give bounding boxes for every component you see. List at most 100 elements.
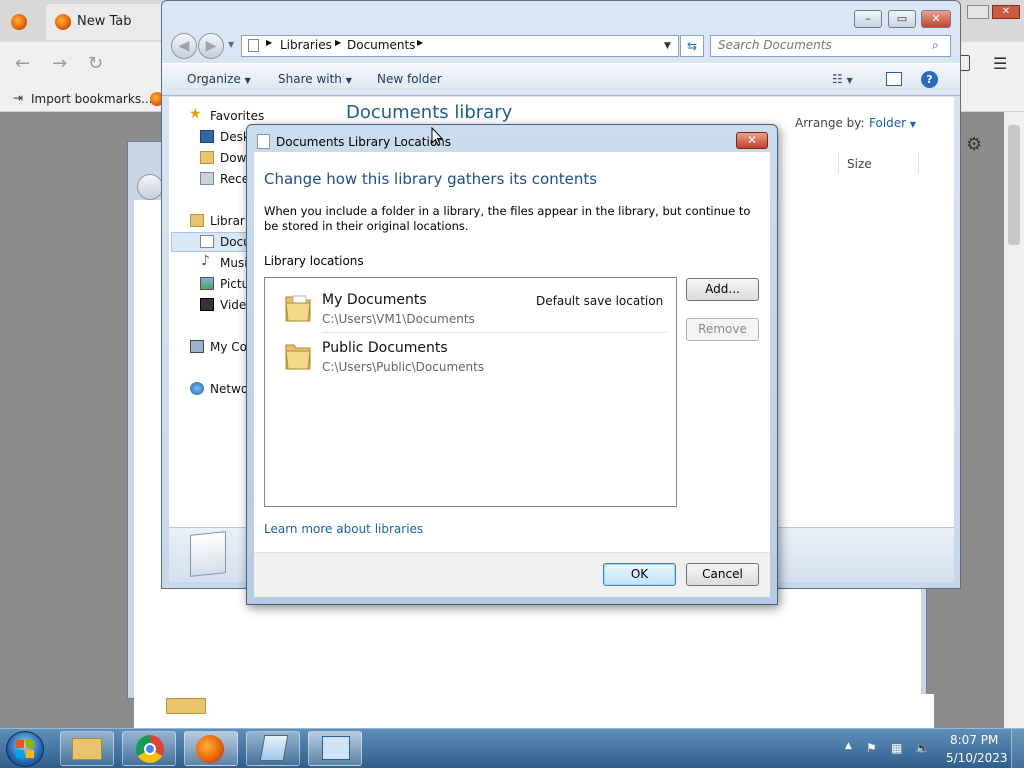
import-bookmarks-link[interactable]: Import bookmarks... (31, 92, 153, 106)
background-back-icon (137, 174, 163, 200)
organize-label: Organize (187, 72, 241, 86)
breadcrumb-libraries[interactable]: Libraries (280, 38, 332, 52)
network-tray-icon[interactable]: ▦ (891, 741, 902, 755)
library-title: Documents library (346, 102, 513, 123)
documents-library-icon (190, 531, 226, 577)
refresh-icon[interactable]: ⇆ (680, 35, 704, 57)
breadcrumb-arrow-icon[interactable]: ▶ (417, 38, 423, 47)
control-panel-icon (322, 736, 350, 760)
organize-menu[interactable]: Organize ▼ (187, 72, 251, 86)
column-divider (838, 152, 839, 174)
location-name[interactable]: Public Documents (322, 340, 448, 356)
windows-logo-icon (16, 740, 34, 758)
reload-icon[interactable]: ↻ (88, 53, 103, 74)
location-path: C:\Users\VM1\Documents (322, 312, 475, 326)
nav-computer[interactable]: My Co (210, 340, 247, 354)
chrome-icon-center (144, 743, 156, 755)
column-header-size[interactable]: Size (847, 157, 872, 171)
view-options-icon[interactable]: ☷ ▼ (832, 72, 853, 86)
chevron-down-icon: ▼ (244, 76, 251, 85)
search-placeholder: Search Documents (718, 38, 832, 52)
breadcrumb-arrow-icon[interactable]: ▶ (266, 38, 272, 47)
forward-arrow-icon[interactable]: → (52, 53, 67, 74)
preview-pane-icon[interactable] (886, 72, 902, 86)
breadcrumb-arrow-icon[interactable]: ▶ (335, 38, 341, 47)
videos-icon (200, 298, 214, 311)
close-button[interactable]: ✕ (921, 10, 951, 28)
browser-scrollbar-thumb[interactable] (1008, 125, 1020, 245)
firefox-menu-icon[interactable] (11, 14, 27, 30)
show-desktop-button[interactable] (1011, 729, 1024, 768)
dialog-description: When you include a folder in a library, … (264, 204, 751, 233)
firefox-tab-icon (55, 14, 71, 30)
computer-icon (190, 340, 204, 353)
folder-icon (72, 738, 102, 760)
downloads-icon (200, 151, 214, 164)
learn-more-link[interactable]: Learn more about libraries (264, 522, 423, 536)
recent-pages-chevron-icon[interactable]: ▼ (228, 40, 234, 49)
remove-button[interactable]: Remove (686, 318, 759, 341)
volume-icon[interactable]: 🔈 (915, 741, 930, 755)
nav-pictures[interactable]: Pictu (220, 277, 249, 291)
firefox-icon (196, 735, 224, 763)
browser-tab-title: New Tab (77, 14, 132, 29)
breadcrumb-documents[interactable]: Documents (347, 38, 415, 52)
column-divider (918, 152, 919, 174)
minimize-button[interactable]: – (854, 10, 882, 28)
dialog-heading: Change how this library gathers its cont… (264, 170, 598, 188)
location-path: C:\Users\Public\Documents (322, 360, 485, 374)
default-save-location-tag: Default save location (536, 294, 664, 308)
forward-icon[interactable]: ▶ (198, 33, 224, 59)
music-icon: ♪ (201, 253, 210, 269)
desktop-icon (200, 130, 214, 143)
location-name[interactable]: My Documents (322, 292, 427, 308)
clock-time[interactable]: 8:07 PM (950, 733, 998, 747)
share-with-menu[interactable]: Share with ▼ (278, 72, 352, 86)
mouse-cursor-icon (431, 126, 444, 149)
ok-button[interactable]: OK (603, 563, 676, 586)
help-icon[interactable]: ? (921, 71, 938, 88)
address-dropdown-icon[interactable]: ▼ (664, 41, 671, 51)
arrange-by-label: Arrange by: (795, 116, 865, 130)
import-bookmarks-icon: ⇥ (13, 91, 24, 105)
network-icon (190, 382, 204, 395)
share-with-label: Share with (278, 72, 342, 86)
nav-network[interactable]: Netwo (210, 382, 248, 396)
nav-favorites[interactable]: Favorites (210, 109, 264, 123)
nav-recent[interactable]: Rece (220, 172, 249, 186)
show-hidden-icons-icon[interactable]: ▲ (845, 741, 852, 751)
folder-icon (166, 698, 206, 714)
folder-icon (284, 339, 312, 371)
dialog-title: Documents Library Locations (276, 135, 452, 149)
hamburger-menu-icon[interactable]: ☰ (993, 54, 1007, 73)
list-separator (322, 332, 667, 333)
recent-places-icon (200, 172, 214, 185)
action-center-icon[interactable]: ⚑ (866, 741, 877, 755)
arrange-by-value: Folder (869, 116, 907, 130)
new-folder-button[interactable]: New folder (377, 72, 442, 86)
documents-icon (200, 235, 214, 248)
gear-icon[interactable]: ⚙ (966, 134, 982, 155)
dialog-close-button[interactable]: ✕ (736, 132, 768, 149)
clock-date[interactable]: 5/10/2023 (946, 751, 1008, 765)
library-icon (257, 134, 270, 149)
folder-icon (284, 291, 312, 323)
browser-restore-button[interactable] (967, 5, 989, 19)
chevron-down-icon: ▼ (909, 120, 917, 129)
arrange-by-dropdown[interactable]: Folder ▼ (869, 116, 916, 130)
add-button[interactable]: Add... (686, 278, 759, 301)
maximize-button[interactable]: ▭ (888, 10, 916, 28)
back-arrow-icon[interactable]: ← (15, 53, 30, 74)
notepad-icon (259, 735, 289, 761)
browser-close-button[interactable]: ✕ (992, 5, 1020, 19)
background-window-bottom (134, 694, 934, 728)
search-icon[interactable]: ⌕ (932, 38, 939, 53)
library-locations-label: Library locations (264, 254, 364, 268)
cancel-button[interactable]: Cancel (686, 563, 759, 586)
chevron-down-icon: ▼ (345, 76, 352, 85)
back-icon[interactable]: ◀ (171, 33, 197, 59)
pictures-icon (200, 277, 214, 290)
star-icon: ★ (189, 106, 202, 122)
libraries-icon (190, 214, 204, 227)
nav-music[interactable]: Musi (220, 256, 248, 270)
